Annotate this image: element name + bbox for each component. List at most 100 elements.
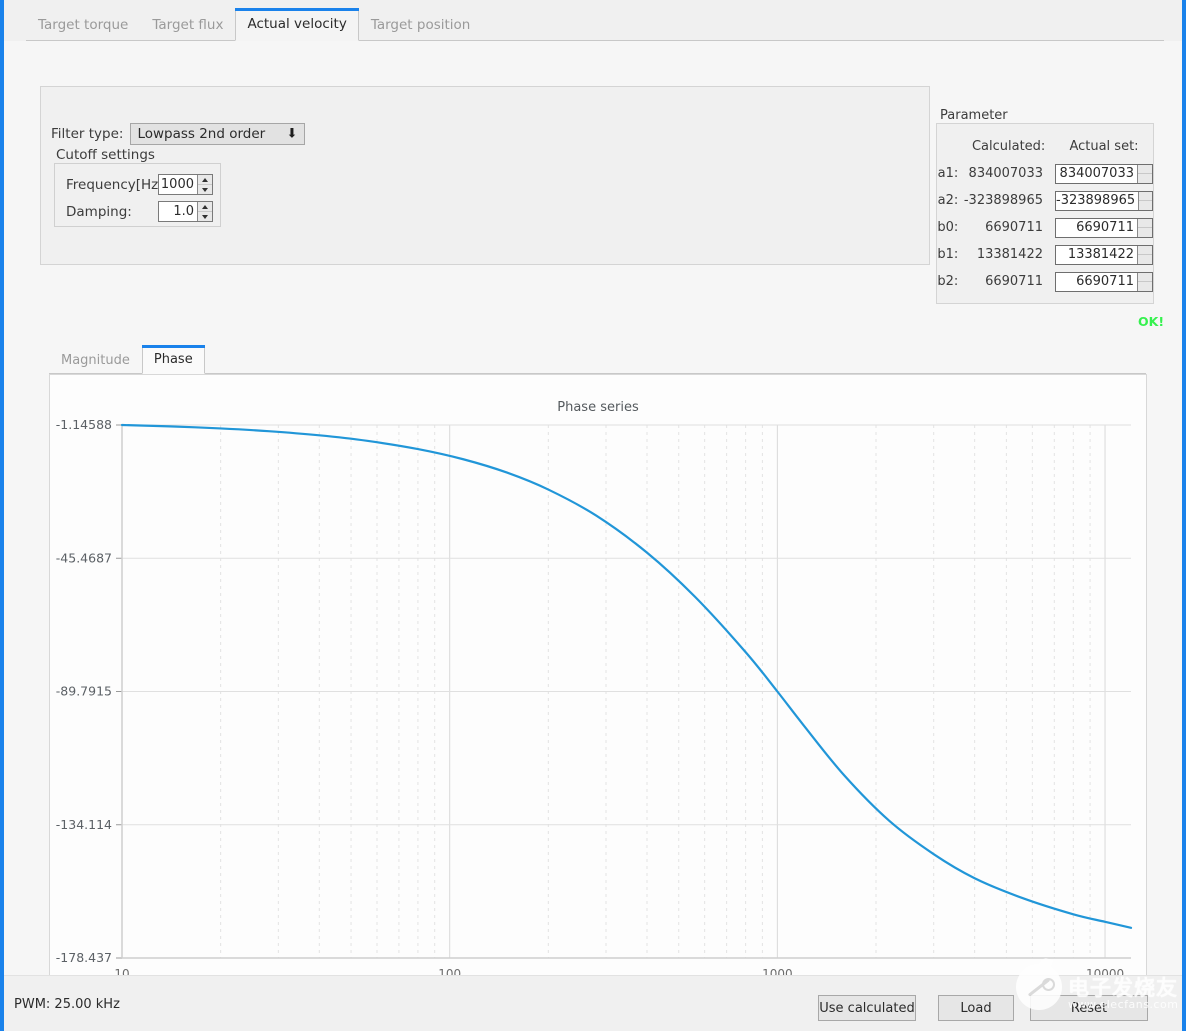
stepper-down-icon[interactable] — [1138, 255, 1152, 264]
param-actual-value[interactable]: 6690711 — [1056, 220, 1137, 235]
svg-text:-178.437: -178.437 — [56, 950, 112, 965]
param-stepper-buttons[interactable] — [1137, 218, 1152, 237]
chart-tab-bar: Magnitude Phase — [49, 345, 1146, 374]
svg-text:-45.4687: -45.4687 — [56, 550, 112, 565]
load-button[interactable]: Load — [938, 995, 1014, 1021]
parameter-panel-title: Parameter — [940, 108, 1008, 123]
button-label: Use calculated — [819, 1000, 915, 1016]
param-stepper-buttons[interactable] — [1138, 191, 1152, 210]
param-name: b2: — [937, 274, 959, 289]
param-a1-input[interactable]: 834007033 — [1055, 163, 1153, 184]
button-label: Reset — [1070, 1000, 1108, 1016]
param-name: b0: — [937, 220, 959, 235]
frequency-stepper-buttons[interactable] — [197, 175, 212, 194]
param-actual-cell: 6690711 — [1055, 268, 1153, 295]
frequency-row: Frequency[Hz]: 1000 — [66, 174, 213, 195]
header-calculated: Calculated: — [971, 139, 1046, 154]
window-edge-right — [1182, 0, 1186, 1031]
stepper-down-icon[interactable] — [198, 212, 212, 221]
param-calculated: -323898965 — [963, 193, 1043, 208]
tab-target-torque[interactable]: Target torque — [26, 9, 140, 41]
param-actual-value[interactable]: -323898965 — [1056, 193, 1138, 208]
button-label: Load — [960, 1000, 992, 1016]
frequency-value[interactable]: 1000 — [159, 177, 197, 192]
tab-target-position[interactable]: Target position — [359, 9, 483, 41]
table-row: b1: 13381422 13381422 — [937, 241, 1153, 268]
table-row: b2: 6690711 6690711 — [937, 268, 1153, 295]
parameter-table: Calculated: Actual set: a1: 834007033 83… — [937, 133, 1153, 295]
main-tab-strip: Target torque Target flux Actual velocit… — [26, 5, 1182, 41]
stepper-up-icon[interactable] — [1139, 192, 1152, 201]
header-actual-set: Actual set: — [1069, 139, 1139, 154]
svg-text:-134.114: -134.114 — [56, 817, 112, 832]
param-a2-input[interactable]: -323898965 — [1055, 190, 1153, 211]
param-stepper-buttons[interactable] — [1137, 245, 1152, 264]
filter-type-select[interactable]: Lowpass 2nd order ⬇ — [130, 123, 306, 145]
stepper-up-icon[interactable] — [1138, 219, 1152, 228]
tab-target-flux[interactable]: Target flux — [140, 9, 235, 41]
table-row: a1: 834007033 834007033 — [937, 160, 1153, 187]
pwm-status-text: PWM: 25.00 kHz — [14, 997, 120, 1012]
param-actual-value[interactable]: 6690711 — [1056, 274, 1137, 289]
param-calculated: 834007033 — [968, 166, 1043, 181]
table-row: b0: 6690711 6690711 — [937, 214, 1153, 241]
param-b2-input[interactable]: 6690711 — [1055, 271, 1153, 292]
reset-button[interactable]: Reset — [1030, 995, 1148, 1021]
param-name: a2: — [937, 193, 959, 208]
header-spacer — [937, 133, 962, 160]
damping-label: Damping: — [66, 203, 132, 220]
frequency-label: Frequency[Hz]: — [66, 176, 169, 193]
parameter-panel: Calculated: Actual set: a1: 834007033 83… — [936, 123, 1154, 304]
param-stepper-buttons[interactable] — [1137, 164, 1152, 183]
param-calculated: 13381422 — [976, 247, 1043, 262]
chart-tab-magnitude[interactable]: Magnitude — [49, 346, 142, 374]
param-actual-value[interactable]: 834007033 — [1056, 166, 1137, 181]
damping-row: Damping: 1.0 — [66, 201, 213, 222]
tab-label: Target torque — [38, 17, 129, 33]
stepper-down-icon[interactable] — [1138, 228, 1152, 237]
phase-chart-svg[interactable]: 10 100 1000 10000-1.14588-45.4687-89.7915-1… — [50, 375, 1146, 990]
stepper-up-icon[interactable] — [1138, 165, 1152, 174]
table-row: a2: -323898965 -323898965 — [937, 187, 1153, 214]
damping-stepper[interactable]: 1.0 — [158, 201, 213, 222]
tab-actual-velocity[interactable]: Actual velocity — [235, 8, 360, 41]
param-calculated: 6690711 — [985, 274, 1043, 289]
frequency-stepper[interactable]: 1000 — [158, 174, 213, 195]
table-header-row: Calculated: Actual set: — [937, 133, 1153, 160]
filter-settings-panel: Filter type: Lowpass 2nd order ⬇ Cutoff … — [40, 86, 930, 265]
stepper-down-icon[interactable] — [1138, 174, 1152, 183]
param-name: a1: — [937, 166, 959, 181]
application-window: Target torque Target flux Actual velocit… — [0, 0, 1186, 1031]
content-area: Filter type: Lowpass 2nd order ⬇ Cutoff … — [4, 41, 1182, 991]
chart-tab-label: Phase — [153, 352, 193, 367]
filter-type-label: Filter type: — [51, 126, 124, 142]
param-actual-cell: -323898965 — [1055, 187, 1153, 214]
filter-type-row: Filter type: Lowpass 2nd order ⬇ — [51, 123, 306, 145]
damping-stepper-buttons[interactable] — [197, 202, 212, 221]
param-calculated: 6690711 — [985, 220, 1043, 235]
tab-label: Target flux — [152, 17, 224, 33]
damping-value[interactable]: 1.0 — [159, 204, 197, 219]
stepper-down-icon[interactable] — [1138, 282, 1152, 291]
param-stepper-buttons[interactable] — [1137, 272, 1152, 291]
tab-label: Target position — [370, 17, 471, 33]
main-tab-bar: Target torque Target flux Actual velocit… — [4, 0, 1182, 41]
param-actual-cell: 13381422 — [1055, 241, 1153, 268]
stepper-up-icon[interactable] — [1138, 246, 1152, 255]
stepper-up-icon[interactable] — [198, 175, 212, 185]
phase-chart-panel: Phase series 10 100 1000 10000 -1.14588 -45.4… — [49, 374, 1147, 991]
param-actual-cell: 834007033 — [1055, 160, 1153, 187]
stepper-up-icon[interactable] — [1138, 273, 1152, 282]
stepper-down-icon[interactable] — [198, 185, 212, 194]
stepper-up-icon[interactable] — [198, 202, 212, 212]
stepper-down-icon[interactable] — [1139, 201, 1152, 210]
param-b0-input[interactable]: 6690711 — [1055, 217, 1153, 238]
chart-tab-phase[interactable]: Phase — [141, 345, 205, 374]
chevron-down-icon: ⬇ — [286, 126, 298, 142]
chart-tab-label: Magnitude — [61, 353, 130, 368]
use-calculated-button[interactable]: Use calculated — [818, 995, 916, 1021]
param-actual-value[interactable]: 13381422 — [1056, 247, 1137, 262]
param-b1-input[interactable]: 13381422 — [1055, 244, 1153, 265]
svg-text:-89.7915: -89.7915 — [56, 684, 112, 699]
cutoff-settings-group: Frequency[Hz]: 1000 Damping: 1.0 — [54, 163, 221, 227]
